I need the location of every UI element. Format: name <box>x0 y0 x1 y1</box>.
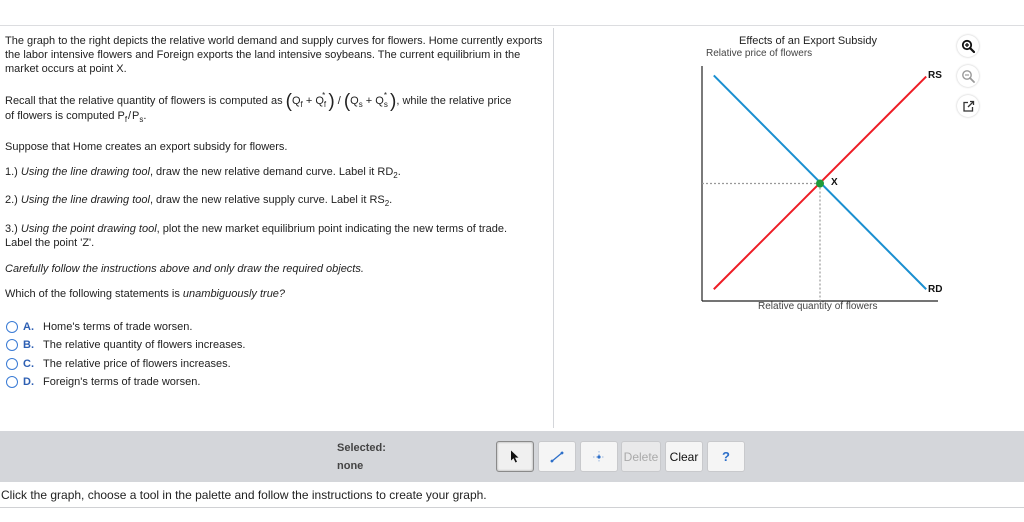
instruction-step-2: 2.) Using the line drawing tool, draw th… <box>5 194 393 208</box>
selected-value: none <box>337 460 364 472</box>
instruction-step-3: 3.) Using the point drawing tool, plot t… <box>5 223 508 249</box>
zoom-in-icon <box>961 39 975 53</box>
point-x-label: X <box>831 177 838 188</box>
top-border <box>0 25 1024 26</box>
help-button[interactable]: ? <box>707 441 745 472</box>
cursor-arrow-icon <box>511 450 519 463</box>
point-tool-button[interactable] <box>580 441 618 472</box>
choice-d[interactable]: D. Foreign's terms of trade worsen. <box>6 374 200 389</box>
relative-quantity-formula: (Qf + Qf* ) / (Qs + Qs* ) <box>285 91 397 112</box>
rd-label: RD <box>928 284 943 295</box>
graph-instruction: Click the graph, choose a tool in the pa… <box>1 488 487 502</box>
recall-line-2: of flowers is computed Pf / Ps. <box>5 110 147 124</box>
radio-button[interactable] <box>6 320 18 333</box>
popout-icon <box>962 100 974 112</box>
popout-button[interactable] <box>957 95 979 117</box>
question-prompt: Which of the following statements is una… <box>5 288 286 300</box>
choice-c[interactable]: C. The relative price of flowers increas… <box>6 356 231 371</box>
question-intro: The graph to the right depicts the relat… <box>5 35 543 75</box>
line-tool-icon <box>550 451 564 462</box>
radio-button[interactable] <box>6 357 18 370</box>
panel-divider <box>553 28 554 428</box>
bottom-border <box>0 507 1024 508</box>
clear-button[interactable]: Clear <box>665 441 703 472</box>
point-tool-icon <box>593 450 605 463</box>
y-axis-label: Relative price of flowers <box>706 48 813 59</box>
zoom-in-button[interactable] <box>957 35 979 57</box>
selected-label: Selected: <box>337 442 386 454</box>
line-tool-button[interactable] <box>538 441 576 472</box>
zoom-out-button[interactable] <box>957 65 979 87</box>
caution-text: Carefully follow the instructions above … <box>5 263 364 275</box>
radio-button[interactable] <box>6 375 18 388</box>
subsidy-statement: Suppose that Home creates an export subs… <box>5 141 288 153</box>
delete-button[interactable]: Delete <box>621 441 661 472</box>
radio-button[interactable] <box>6 338 18 351</box>
x-axis-label: Relative quantity of flowers <box>758 301 878 312</box>
graph-title: Effects of an Export Subsidy <box>739 35 877 47</box>
relative-price-formula: Pf / Ps. <box>117 110 147 124</box>
choice-b[interactable]: B. The relative quantity of flowers incr… <box>6 337 245 352</box>
instruction-step-1: 1.) Using the line drawing tool, draw th… <box>5 166 401 180</box>
graph-hit-area[interactable] <box>702 62 942 302</box>
recall-prefix: Recall that the relative quantity of flo… <box>5 95 283 107</box>
choice-a[interactable]: A. Home's terms of trade worsen. <box>6 319 192 334</box>
rs-label: RS <box>928 70 942 81</box>
recall-suffix: , while the relative price <box>396 95 512 107</box>
zoom-out-icon <box>962 70 975 83</box>
pointer-tool-button[interactable] <box>496 441 534 472</box>
